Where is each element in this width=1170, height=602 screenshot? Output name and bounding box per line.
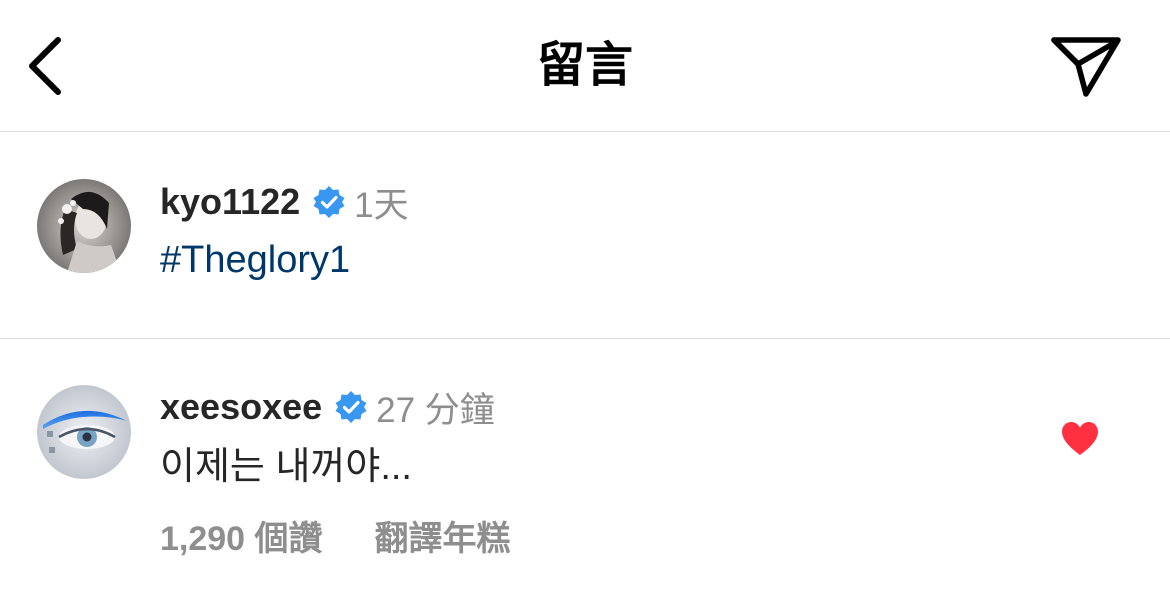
avatar[interactable] xyxy=(37,385,131,479)
comment-text: 이제는 내꺼야... xyxy=(160,446,412,488)
post-timestamp: 1天 xyxy=(354,185,409,225)
share-button[interactable] xyxy=(1048,32,1124,100)
post-caption: kyo1122 1天 #Theglory1 xyxy=(0,132,1170,339)
top-bar: 留言 xyxy=(0,0,1170,132)
like-button[interactable] xyxy=(1060,419,1100,459)
comments-screen: 留言 kyo1122 1天 #Theglory1 xeesoxee 27 分鐘 … xyxy=(0,0,1170,602)
profile-photo xyxy=(37,179,131,273)
comment-username[interactable]: xeesoxee xyxy=(160,386,322,428)
comment-item: xeesoxee 27 分鐘 이제는 내꺼야... 1,290 個讚 翻譯年糕 xyxy=(0,339,1170,602)
hashtag-link[interactable]: #Theglory1 xyxy=(160,236,350,284)
avatar[interactable] xyxy=(37,179,131,273)
post-username[interactable]: kyo1122 xyxy=(160,181,300,223)
comment-meta: xeesoxee 27 分鐘 xyxy=(160,385,495,430)
page-title: 留言 xyxy=(536,39,633,92)
comment-actions: 1,290 個讚 翻譯年糕 xyxy=(160,511,511,560)
verified-badge-icon xyxy=(334,390,368,424)
paper-plane-icon xyxy=(1051,37,1121,97)
translate-button[interactable]: 翻譯年糕 xyxy=(375,511,511,560)
profile-photo xyxy=(37,385,131,479)
heart-filled-icon xyxy=(1062,422,1098,455)
post-meta: kyo1122 1天 xyxy=(160,180,409,225)
comment-timestamp: 27 分鐘 xyxy=(376,390,495,430)
verified-badge-icon xyxy=(312,185,346,219)
likes-count[interactable]: 1,290 個讚 xyxy=(160,511,323,560)
